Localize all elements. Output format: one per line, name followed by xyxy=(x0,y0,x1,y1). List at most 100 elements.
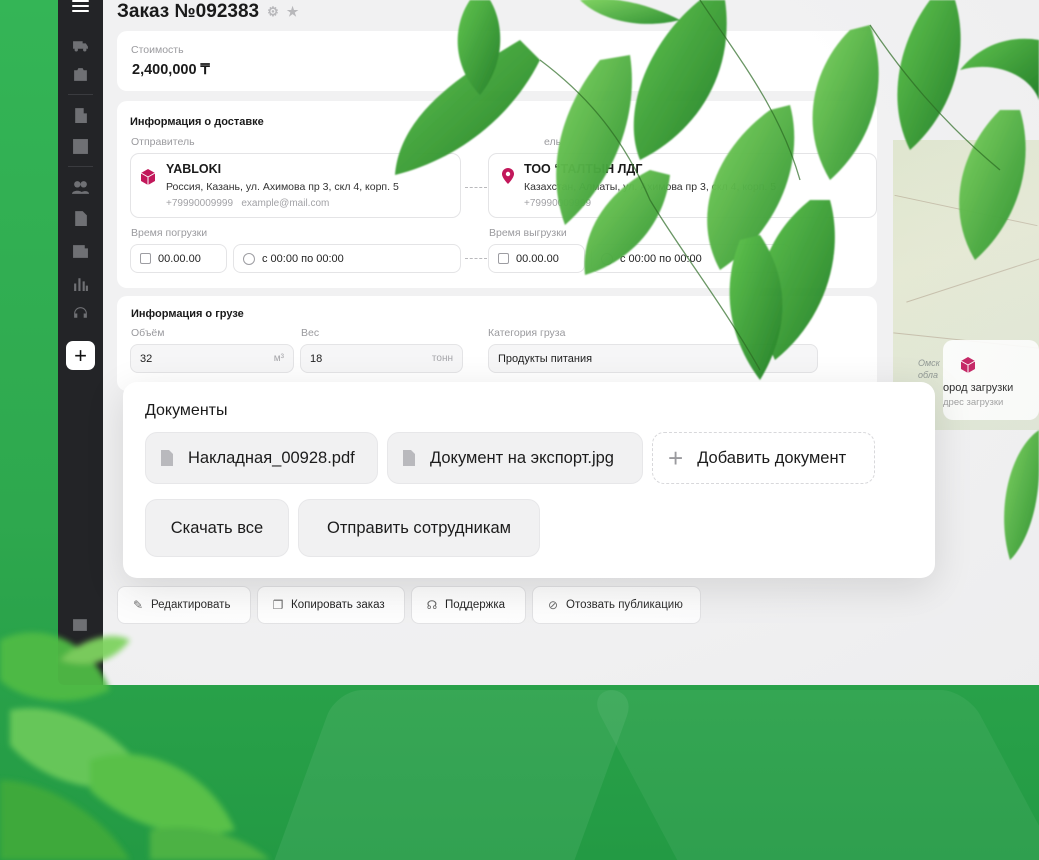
sender-contact: +79990009999 example@mail.com xyxy=(166,198,329,209)
weight-value: 18 xyxy=(310,352,323,365)
document-chip[interactable]: Документ на экспорт.jpg xyxy=(387,432,643,484)
weight-field[interactable]: 18 тонн xyxy=(300,344,463,373)
block-icon: ⊘ xyxy=(547,598,559,612)
receiver-address: Казахстан, Алматы, ул. Ахимова пр 3, скл… xyxy=(524,181,777,193)
star-icon[interactable]: ★ xyxy=(287,4,299,20)
truck-icon[interactable] xyxy=(72,38,89,53)
category-select[interactable]: Продукты питания xyxy=(488,344,818,373)
add-button[interactable]: + xyxy=(66,341,95,370)
volume-field[interactable]: 32 м³ xyxy=(130,344,294,373)
receiver-name: ТОО “ТАЛТЫН ЛДГ xyxy=(524,162,643,176)
sidebar: + xyxy=(58,0,103,685)
page-title: Заказ №092383 ⚙ ★ xyxy=(117,1,298,23)
receiver-label: ель xyxy=(544,136,562,148)
documents-panel: Документы Накладная_00928.pdf Документ н… xyxy=(123,382,935,578)
cost-value: 2,400,000 ₸ xyxy=(132,62,210,78)
gear-icon[interactable]: ⚙ xyxy=(267,4,279,20)
location-pin-icon xyxy=(502,168,514,184)
add-document-label: Добавить документ xyxy=(697,448,847,467)
news-icon[interactable] xyxy=(72,244,89,259)
sidebar-divider xyxy=(68,166,93,167)
copy-icon: ❐ xyxy=(272,598,284,612)
order-title: Заказ №092383 xyxy=(117,1,260,22)
chart-icon[interactable] xyxy=(72,276,89,291)
sender-name: YABLOKI xyxy=(166,162,222,176)
sidebar-divider xyxy=(68,94,93,95)
document-name: Документ на экспорт.jpg xyxy=(430,448,614,467)
route-arrow xyxy=(465,258,487,259)
wallet-icon[interactable] xyxy=(72,617,89,632)
map-label-omsk: Омск xyxy=(918,358,940,368)
volume-value: 32 xyxy=(140,352,153,365)
download-all-button[interactable]: Скачать все xyxy=(145,499,289,557)
headset-icon: ☊ xyxy=(426,598,438,612)
load-time-label: Время погрузки xyxy=(131,227,208,239)
copy-label: Копировать заказ xyxy=(291,599,385,611)
file-icon[interactable] xyxy=(72,211,89,226)
sender-address: Россия, Казань, ул. Ахимова пр 3, скл 4,… xyxy=(166,181,399,193)
support-label: Поддержка xyxy=(445,599,505,611)
map-pin-card[interactable]: ород загрузки дрес загрузки xyxy=(943,340,1039,420)
users-icon[interactable] xyxy=(72,180,89,195)
cube-icon xyxy=(140,169,156,185)
category-value: Продукты питания xyxy=(498,352,593,365)
unload-time-field[interactable]: с 00:00 по 00:00 xyxy=(591,244,791,273)
cost-label: Стоимость xyxy=(131,44,184,56)
unload-date-field[interactable]: 00.00.00 xyxy=(488,244,585,273)
load-time-field[interactable]: с 00:00 по 00:00 xyxy=(233,244,461,273)
plus-icon: + xyxy=(668,443,684,473)
delivery-card: Информация о доставке Отправитель ель YA… xyxy=(117,101,877,288)
headset-icon[interactable] xyxy=(72,306,89,321)
file-icon xyxy=(403,450,415,466)
revoke-publication-button[interactable]: ⊘ Отозвать публикацию xyxy=(532,586,701,624)
document-name: Накладная_00928.pdf xyxy=(188,448,355,467)
unload-time-label: Время выгрузки xyxy=(489,227,567,239)
volume-unit: м³ xyxy=(273,353,284,364)
main-content: Заказ №092383 ⚙ ★ Стоимость 2,400,000 ₸ … xyxy=(103,0,1039,685)
exchange-icon[interactable] xyxy=(72,139,89,154)
pin-subtitle: дрес загрузки xyxy=(943,397,1004,408)
app-window: + Заказ №092383 ⚙ ★ Стоимость 2,400,000 … xyxy=(58,0,1039,685)
edit-button[interactable]: ✎ Редактировать xyxy=(117,586,251,624)
camera-icon[interactable] xyxy=(72,67,89,82)
receiver-phone: +79990009999 xyxy=(524,198,592,209)
documents-heading: Документы xyxy=(145,402,228,419)
map-label-region: обла xyxy=(918,370,938,380)
unload-date-value: 00.00.00 xyxy=(516,252,559,265)
clock-icon xyxy=(243,252,255,265)
load-date-field[interactable]: 00.00.00 xyxy=(130,244,227,273)
unload-range-value: с 00:00 по 00:00 xyxy=(620,252,702,265)
cube-icon xyxy=(960,357,976,373)
sender-card[interactable]: YABLOKI Россия, Казань, ул. Ахимова пр 3… xyxy=(130,153,461,218)
add-document-button[interactable]: + Добавить документ xyxy=(652,432,875,484)
menu-icon[interactable] xyxy=(72,0,89,12)
revoke-label: Отозвать публикацию xyxy=(566,599,683,611)
receiver-card[interactable]: ТОО “ТАЛТЫН ЛДГ Казахстан, Алматы, ул. А… xyxy=(488,153,877,218)
load-date-value: 00.00.00 xyxy=(158,252,201,265)
edit-label: Редактировать xyxy=(151,599,231,611)
weight-unit: тонн xyxy=(431,353,453,364)
route-arrow xyxy=(465,187,487,188)
calendar-icon xyxy=(498,253,509,264)
load-range-value: с 00:00 по 00:00 xyxy=(262,252,344,265)
document-chip[interactable]: Накладная_00928.pdf xyxy=(145,432,378,484)
delivery-heading: Информация о доставке xyxy=(130,116,264,128)
calendar-icon xyxy=(140,253,151,264)
support-button[interactable]: ☊ Поддержка xyxy=(411,586,526,624)
cargo-card: Информация о грузе Объём Вес Категория г… xyxy=(117,296,877,391)
cargo-heading: Информация о грузе xyxy=(131,308,244,320)
sender-label: Отправитель xyxy=(131,136,195,148)
volume-label: Объём xyxy=(131,327,165,339)
pin-title: ород загрузки xyxy=(943,382,1014,394)
category-label: Категория груза xyxy=(488,327,566,339)
cost-card: Стоимость 2,400,000 ₸ xyxy=(117,31,877,91)
pencil-icon: ✎ xyxy=(132,598,144,612)
file-icon xyxy=(161,450,173,466)
send-to-staff-button[interactable]: Отправить сотрудникам xyxy=(298,499,540,557)
building-icon[interactable] xyxy=(72,108,89,123)
sender-phone: +79990009999 xyxy=(166,198,234,209)
copy-order-button[interactable]: ❐ Копировать заказ xyxy=(257,586,405,624)
clock-icon xyxy=(601,252,613,265)
sender-email: example@mail.com xyxy=(241,198,330,209)
weight-label: Вес xyxy=(301,327,320,339)
